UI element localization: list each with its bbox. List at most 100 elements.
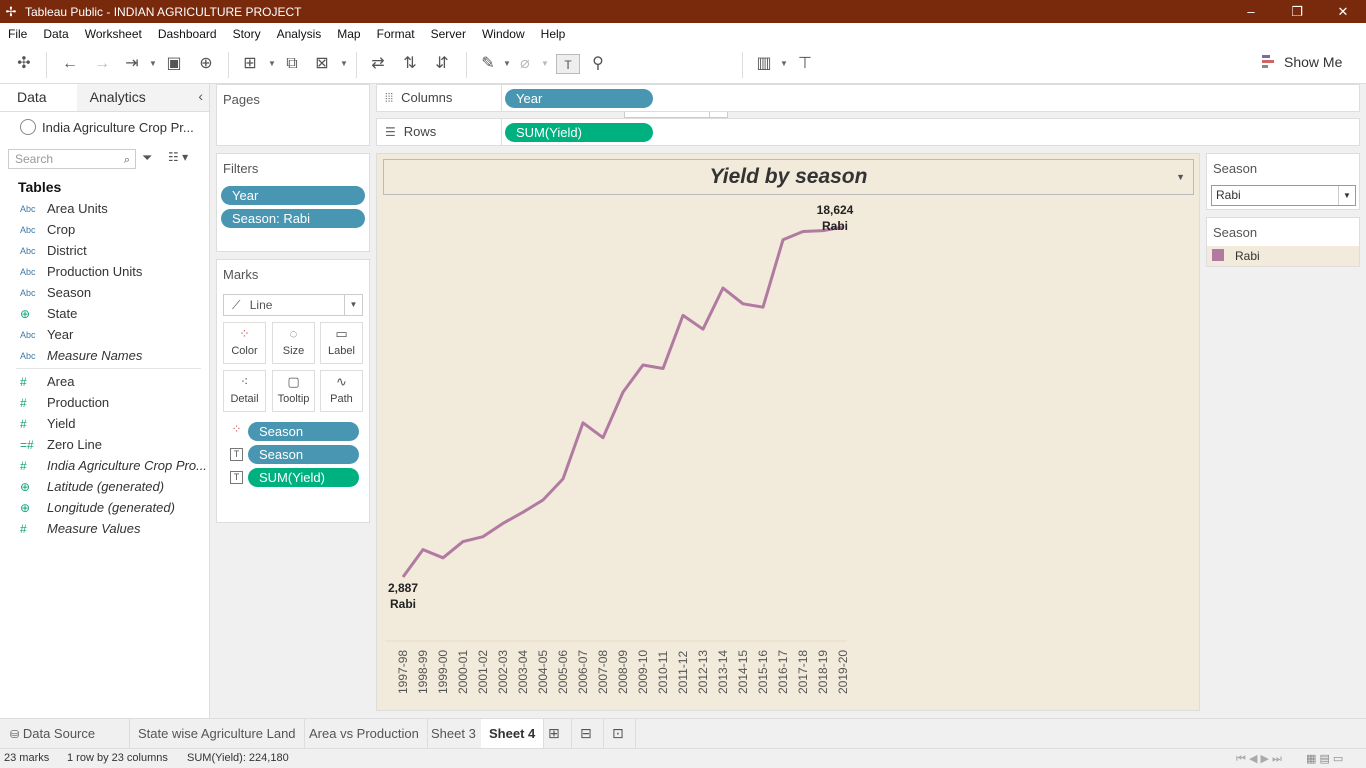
field-item[interactable]: Abc Measure Names (0, 345, 209, 366)
show-cards-icon[interactable]: ▥ (754, 54, 774, 74)
field-item[interactable]: Abc Production Units (0, 261, 209, 282)
filter-pill-season[interactable]: Season: Rabi (221, 209, 365, 228)
group-members-icon[interactable]: ⌀ (515, 54, 535, 74)
season-filter-value: Rabi (1216, 188, 1241, 202)
data-source-tab[interactable]: ⛁ Data Source (0, 719, 130, 749)
field-item[interactable]: Abc Area Units (0, 198, 209, 219)
save-icon[interactable]: ▣ (164, 54, 184, 74)
rows-pill-sum-yield[interactable]: SUM(Yield) (505, 123, 653, 142)
filter-icon[interactable]: ⏷ (142, 150, 152, 166)
show-me-button[interactable]: Show Me (1262, 54, 1342, 70)
field-item[interactable]: # Measure Values (0, 518, 209, 539)
new-worksheet-icon[interactable]: ⊞ (540, 719, 572, 749)
sheet-tab-sheet4[interactable]: Sheet 4 (481, 719, 545, 749)
tab-data[interactable]: Data (0, 84, 77, 111)
clear-sheet-icon[interactable]: ⊠ (312, 54, 332, 74)
tooltip-button[interactable]: ▢ Tooltip (272, 370, 315, 412)
season-legend-card: Season Rabi (1206, 217, 1360, 267)
duplicate-sheet-icon[interactable]: ⧉ (282, 54, 302, 74)
show-mark-labels-icon[interactable]: T (556, 54, 580, 74)
line-chart[interactable]: 1997-98 1998-99 1999-00 2000-01 2001-02 2002-… (377, 154, 1199, 710)
field-item[interactable]: Abc District (0, 240, 209, 261)
minimize-button[interactable]: – (1228, 4, 1274, 19)
sort-ascending-icon[interactable]: ⇅ (400, 54, 420, 74)
sheet-tab-state-wise[interactable]: State wise Agriculture Land (130, 719, 305, 749)
field-item[interactable]: Abc Season (0, 282, 209, 303)
x-tick-label: 2003-04 (516, 650, 530, 694)
menu-data[interactable]: Data (35, 27, 76, 41)
field-item[interactable]: ⊕ Longitude (generated) (0, 497, 209, 518)
highlight-icon[interactable]: ✎ (478, 54, 498, 74)
size-button[interactable]: ◌ Size (272, 322, 315, 364)
field-item[interactable]: # India Agriculture Crop Pro... (0, 455, 209, 476)
menu-dashboard[interactable]: Dashboard (150, 27, 225, 41)
label-button[interactable]: ▭ Label (320, 322, 363, 364)
marks-pill-season-label[interactable]: Season (248, 445, 359, 464)
menu-analysis[interactable]: Analysis (269, 27, 330, 41)
close-button[interactable]: ✕ (1320, 4, 1366, 20)
menu-worksheet[interactable]: Worksheet (77, 27, 150, 41)
new-datasource-icon[interactable]: ⊕ (196, 54, 216, 74)
series-line-rabi[interactable] (401, 225, 844, 578)
undo-icon[interactable]: ← (60, 54, 80, 74)
marks-pill-sum-yield[interactable]: SUM(Yield) (248, 468, 359, 487)
menu-file[interactable]: File (0, 27, 35, 41)
new-worksheet-icon[interactable]: ⊞ (240, 54, 260, 74)
season-filter-dropdown[interactable]: Rabi ▼ (1211, 185, 1356, 206)
presentation-mode-icon[interactable]: ⊤ (795, 54, 815, 74)
datasource-item[interactable]: India Agriculture Crop Pr... (0, 112, 209, 142)
columns-pill-year[interactable]: Year (505, 89, 653, 108)
mark-type-select[interactable]: ⟋ Line ▼ (223, 294, 363, 316)
legend-item-rabi[interactable]: Rabi (1207, 246, 1359, 266)
swap-rows-columns-icon[interactable]: ⇄ (368, 54, 388, 74)
view-options-icon[interactable]: ☷ ▾ (168, 150, 188, 164)
sheet-nav-icons[interactable]: ⏮ ◀ ▶ ⏭ (1236, 752, 1282, 766)
field-item[interactable]: # Yield (0, 413, 209, 434)
menu-format[interactable]: Format (369, 27, 423, 41)
database-icon: ⛁ (10, 729, 20, 741)
search-input[interactable]: Search ⌕ (8, 149, 136, 169)
replay-icon[interactable]: ⇥ (122, 54, 142, 74)
color-button[interactable]: ⁘ Color (223, 322, 266, 364)
menu-help[interactable]: Help (533, 27, 574, 41)
sheet-tab-sheet3[interactable]: Sheet 3 (423, 719, 485, 749)
tooltip-icon: ▢ (287, 374, 300, 389)
restore-button[interactable]: ❐ (1274, 4, 1320, 20)
x-tick-label: 2013-14 (716, 650, 730, 694)
field-item[interactable]: Abc Year (0, 324, 209, 345)
data-label: Rabi (390, 597, 416, 611)
new-dashboard-icon[interactable]: ⊟ (572, 719, 604, 749)
tab-analytics[interactable]: Analytics (76, 84, 209, 111)
field-item[interactable]: # Production (0, 392, 209, 413)
sort-descending-icon[interactable]: ⇵ (432, 54, 452, 74)
field-item[interactable]: Abc Crop (0, 219, 209, 240)
fix-axes-icon[interactable]: ⚲ (588, 54, 608, 74)
x-tick-label: 2018-19 (816, 650, 830, 694)
field-item[interactable]: ⊕ Latitude (generated) (0, 476, 209, 497)
sheet-tab-area-vs-production[interactable]: Area vs Production (301, 719, 428, 749)
tableau-home-icon[interactable]: ✣ (14, 54, 34, 74)
field-item[interactable]: ⊕ State (0, 303, 209, 324)
field-label: Crop (47, 222, 76, 237)
menu-window[interactable]: Window (474, 27, 533, 41)
filter-pill-year[interactable]: Year (221, 186, 365, 205)
redo-icon[interactable]: → (92, 54, 112, 74)
x-tick-label: 1997-98 (396, 650, 410, 694)
menu-story[interactable]: Story (225, 27, 269, 41)
menu-server[interactable]: Server (423, 27, 474, 41)
marks-pill-season-color[interactable]: Season (248, 422, 359, 441)
new-story-icon[interactable]: ⊡ (604, 719, 636, 749)
path-button[interactable]: ∿ Path (320, 370, 363, 412)
abc-type-icon: Abc (20, 245, 36, 256)
legend-swatch (1212, 249, 1224, 261)
menu-map[interactable]: Map (329, 27, 368, 41)
detail-button[interactable]: ⁖ Detail (223, 370, 266, 412)
field-item[interactable]: # Area (0, 371, 209, 392)
rows-shelf: ☰ Rows SUM(Yield) (376, 118, 1360, 146)
view-mode-icons[interactable]: ▦ ▤ ▭ (1306, 752, 1343, 765)
field-item[interactable]: =# Zero Line (0, 434, 209, 455)
datasource-name: India Agriculture Crop Pr... (42, 119, 194, 135)
label-label: Label (328, 345, 355, 357)
collapse-pane-icon[interactable]: ‹ (198, 88, 203, 104)
marks-card: Marks ⟋ Line ▼ ⁘ Color ◌ Size ▭ Label ⁖ … (216, 259, 370, 523)
